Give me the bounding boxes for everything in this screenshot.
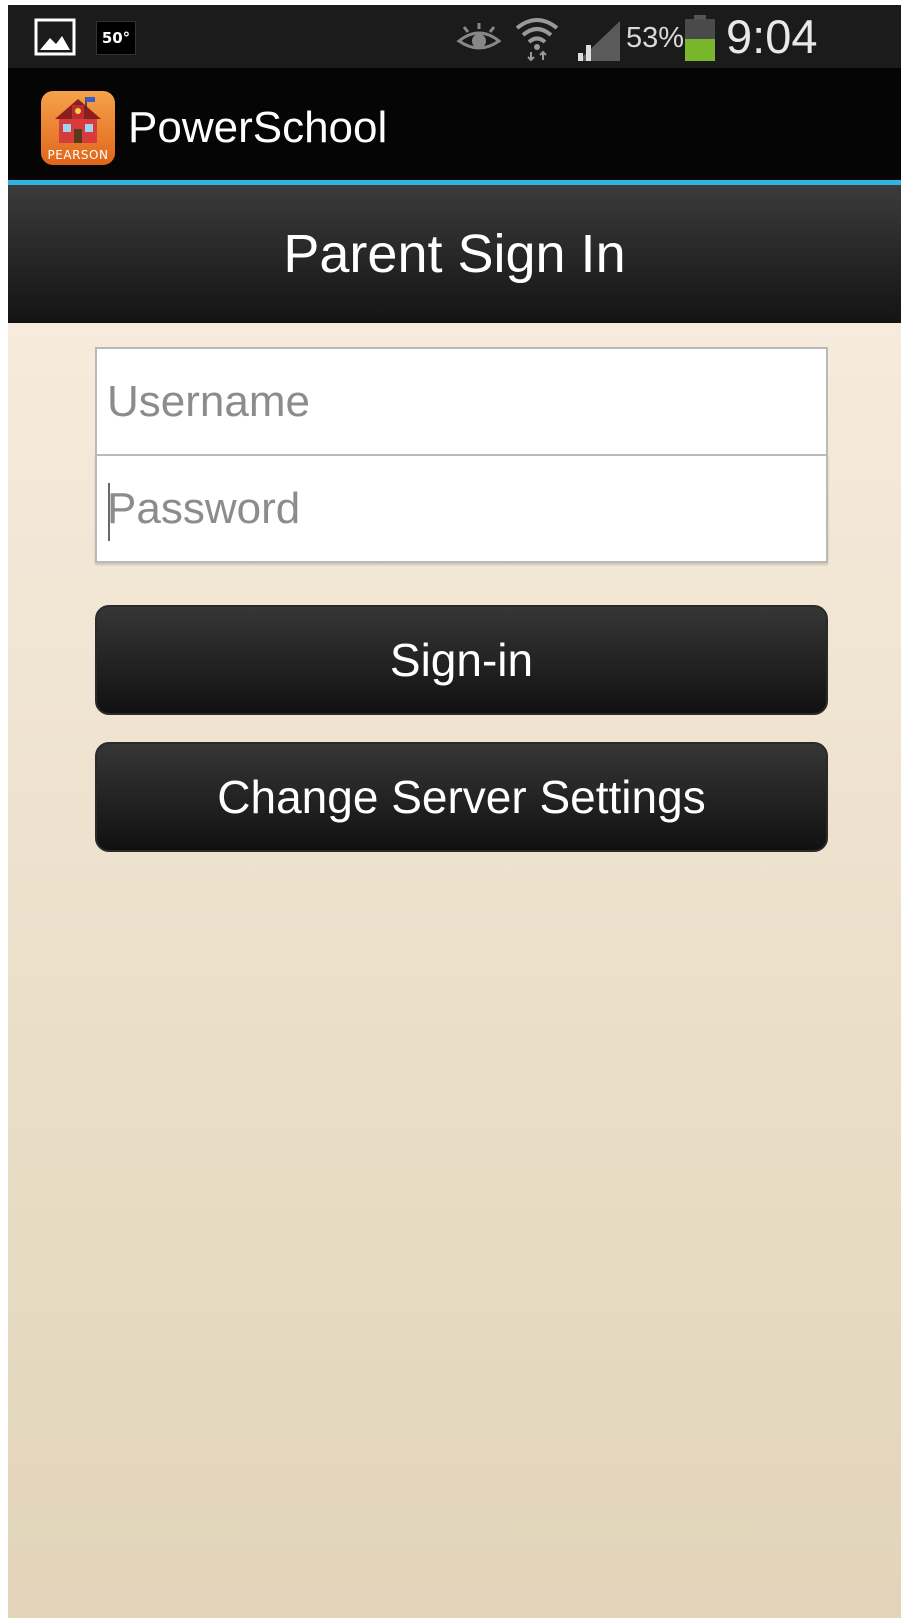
- page-title: Parent Sign In: [283, 224, 626, 284]
- sign-in-form: Sign-in Change Server Settings: [8, 323, 901, 1618]
- wifi-icon: [515, 18, 559, 62]
- schoolhouse-icon: [55, 97, 101, 143]
- page-header: Parent Sign In: [8, 185, 901, 323]
- password-input[interactable]: [97, 456, 826, 561]
- password-field-container: [95, 454, 828, 563]
- username-field-container: [95, 347, 828, 456]
- battery-percent: 53%: [626, 22, 685, 54]
- signal-icon: [578, 21, 620, 61]
- app-icon-caption: PEARSON: [47, 148, 109, 162]
- gallery-icon: [34, 18, 76, 56]
- change-server-settings-button[interactable]: Change Server Settings: [95, 742, 828, 852]
- sign-in-button[interactable]: Sign-in: [95, 605, 828, 715]
- eye-icon: [456, 23, 502, 50]
- username-input[interactable]: [97, 349, 826, 454]
- battery-icon: [685, 15, 715, 61]
- status-bar: 50° 53% 9:04 PM: [8, 5, 901, 115]
- app-title: PowerSchool: [128, 103, 388, 152]
- app-action-bar: PEARSON PowerSchool: [8, 68, 901, 180]
- temperature-icon: 50°: [96, 21, 136, 55]
- powerschool-logo-icon[interactable]: PEARSON: [41, 91, 115, 165]
- status-clock: 9:04 PM: [726, 10, 818, 115]
- app-screen: 50° 53% 9:04 PM: [8, 5, 901, 1618]
